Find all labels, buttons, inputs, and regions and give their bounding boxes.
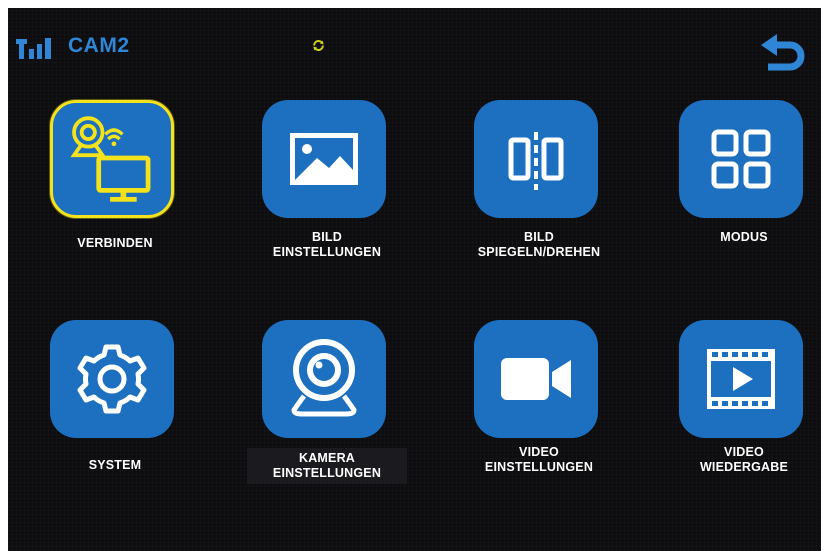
tile-label: SYSTEM: [35, 458, 195, 473]
tile-label: VIDEO EINSTELLUNGEN: [459, 445, 619, 475]
film-play-icon: [707, 349, 775, 409]
image-icon: [290, 133, 358, 185]
webcam-icon: [291, 339, 357, 417]
tile-label-line: VIDEO: [519, 445, 559, 459]
signal-strength-icon: [16, 38, 51, 59]
menu-tile-bild-spiegeln-drehen[interactable]: BILD SPIEGELN/DREHEN: [459, 100, 619, 260]
sync-icon: [313, 40, 324, 51]
tile-label-line: MODUS: [720, 230, 768, 244]
menu-tile-verbinden[interactable]: VERBINDEN: [35, 100, 195, 260]
tile-label: VIDEO WIEDERGABE: [664, 445, 821, 475]
menu-tile-video-einstellungen[interactable]: VIDEO EINSTELLUNGEN: [459, 320, 619, 480]
menu-tile-bild-einstellungen[interactable]: BILD EINSTELLUNGEN: [247, 100, 407, 260]
gear-icon: [77, 344, 147, 414]
back-arrow-icon: [761, 34, 805, 71]
tile-label-line: BILD: [524, 230, 554, 244]
tile-label-line: VERBINDEN: [77, 236, 153, 250]
tile-label-line: SPIEGELN/DREHEN: [477, 245, 601, 259]
tile-label-line: BILD: [312, 230, 342, 244]
tile-label-line: SYSTEM: [88, 458, 142, 472]
tile-label: MODUS: [664, 230, 821, 245]
tile-label: KAMERA EINSTELLUNGEN: [247, 448, 407, 484]
camera-connect-icon: [70, 116, 151, 202]
back-button[interactable]: [760, 32, 806, 76]
tile-label-line: WIEDERGABE: [699, 460, 789, 474]
tile-icon-box: [50, 320, 174, 438]
tile-icon-box: [262, 100, 386, 218]
menu-tile-modus[interactable]: MODUS: [664, 100, 821, 260]
tile-label-line: EINSTELLUNGEN: [272, 245, 382, 259]
tile-label-line: VIDEO: [724, 445, 764, 459]
status-bar: CAM2: [8, 8, 821, 80]
tile-label-line: KAMERA: [298, 451, 356, 465]
tile-icon-box: [50, 100, 174, 218]
camera-name: CAM2: [68, 34, 130, 57]
video-camera-icon: [501, 358, 571, 400]
tile-label: VERBINDEN: [35, 236, 195, 251]
tile-icon-box: [262, 320, 386, 438]
tile-icon-box: [679, 320, 803, 438]
tile-icon-box: [474, 100, 598, 218]
camera-menu-screen: CAM2 VERBINDEN BILD EINSTELLUNGEN BILD S…: [8, 8, 821, 551]
tile-label: BILD SPIEGELN/DREHEN: [459, 230, 619, 260]
menu-tile-system[interactable]: SYSTEM: [35, 320, 195, 480]
tile-label-line: EINSTELLUNGEN: [484, 460, 594, 474]
grid-icon: [711, 129, 771, 189]
mirror-icon: [508, 132, 564, 190]
tile-icon-box: [679, 100, 803, 218]
menu-tile-video-wiedergabe[interactable]: VIDEO WIEDERGABE: [664, 320, 821, 480]
tile-label-line: EINSTELLUNGEN: [272, 466, 382, 480]
tile-label: BILD EINSTELLUNGEN: [247, 230, 407, 260]
menu-tile-kamera-einstellungen[interactable]: KAMERA EINSTELLUNGEN: [247, 320, 407, 484]
tile-icon-box: [474, 320, 598, 438]
